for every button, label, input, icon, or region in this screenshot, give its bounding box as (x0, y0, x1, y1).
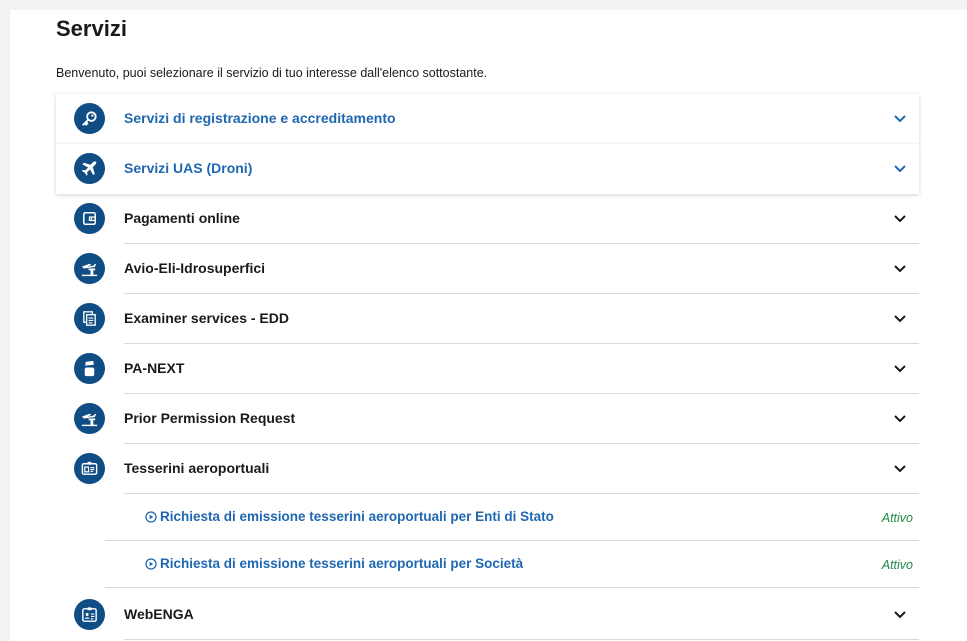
page-intro: Benvenuto, puoi selezionare il servizio … (56, 66, 488, 80)
subservice-label: Richiesta di emissione tesserini aeropor… (160, 509, 554, 524)
service-label: Tesserini aeroportuali (124, 460, 270, 476)
chevron-down-icon[interactable] (893, 411, 907, 425)
service-label: Prior Permission Request (124, 410, 296, 426)
status-badge: Attivo (881, 558, 913, 572)
subservice-row: Richiesta di emissione tesserini aeropor… (105, 494, 919, 541)
subservice-row: Richiesta di emissione tesserini aeropor… (105, 541, 919, 588)
service-label: PA-NEXT (124, 360, 185, 376)
chevron-down-icon[interactable] (893, 311, 907, 325)
id-badge-icon (74, 453, 105, 484)
service-row-avio[interactable]: Avio-Eli-Idrosuperfici (56, 244, 919, 294)
subservice-link[interactable]: Richiesta di emissione tesserini aeropor… (145, 556, 523, 571)
play-circle-icon (145, 510, 157, 523)
service-row-uas[interactable]: Servizi UAS (Droni) (56, 144, 919, 194)
service-row-registrazione[interactable]: Servizi di registrazione e accreditament… (56, 94, 919, 144)
person-icon (74, 353, 105, 384)
chevron-down-icon[interactable] (893, 211, 907, 225)
service-row-examiner[interactable]: Examiner services - EDD (56, 294, 919, 344)
chevron-down-icon[interactable] (893, 261, 907, 275)
row-divider (124, 639, 919, 640)
services-page: Servizi Benvenuto, puoi selezionare il s… (10, 10, 967, 641)
service-label: Pagamenti online (124, 210, 240, 226)
chevron-down-icon[interactable] (893, 461, 907, 475)
service-row-ppr[interactable]: Prior Permission Request (56, 394, 919, 444)
service-label: Servizi UAS (Droni) (124, 160, 253, 176)
service-label: Servizi di registrazione e accreditament… (124, 110, 396, 126)
chevron-down-icon[interactable] (893, 161, 907, 175)
play-circle-icon (145, 557, 157, 570)
airplane-icon (74, 153, 105, 184)
id-card-icon (74, 599, 105, 630)
wallet-icon (74, 203, 105, 234)
service-row-webenga[interactable]: WebENGA (56, 590, 919, 640)
key-icon (74, 103, 105, 134)
service-label: Avio-Eli-Idrosuperfici (124, 260, 266, 276)
page-title: Servizi (56, 16, 127, 41)
documents-icon (74, 303, 105, 334)
chevron-down-icon[interactable] (893, 361, 907, 375)
subservice-link[interactable]: Richiesta di emissione tesserini aeropor… (145, 509, 554, 524)
airfield-icon (74, 253, 105, 284)
airfield-icon (74, 403, 105, 434)
service-row-tesserini[interactable]: Tesserini aeroportuali (56, 444, 919, 494)
subservice-label: Richiesta di emissione tesserini aeropor… (160, 556, 524, 571)
status-badge: Attivo (881, 511, 913, 525)
service-row-pagamenti[interactable]: Pagamenti online (56, 194, 919, 244)
chevron-down-icon[interactable] (893, 607, 907, 621)
chevron-down-icon[interactable] (893, 111, 907, 125)
service-label: Examiner services - EDD (124, 310, 289, 326)
service-row-panext[interactable]: PA-NEXT (56, 344, 919, 394)
service-label: WebENGA (124, 606, 194, 622)
